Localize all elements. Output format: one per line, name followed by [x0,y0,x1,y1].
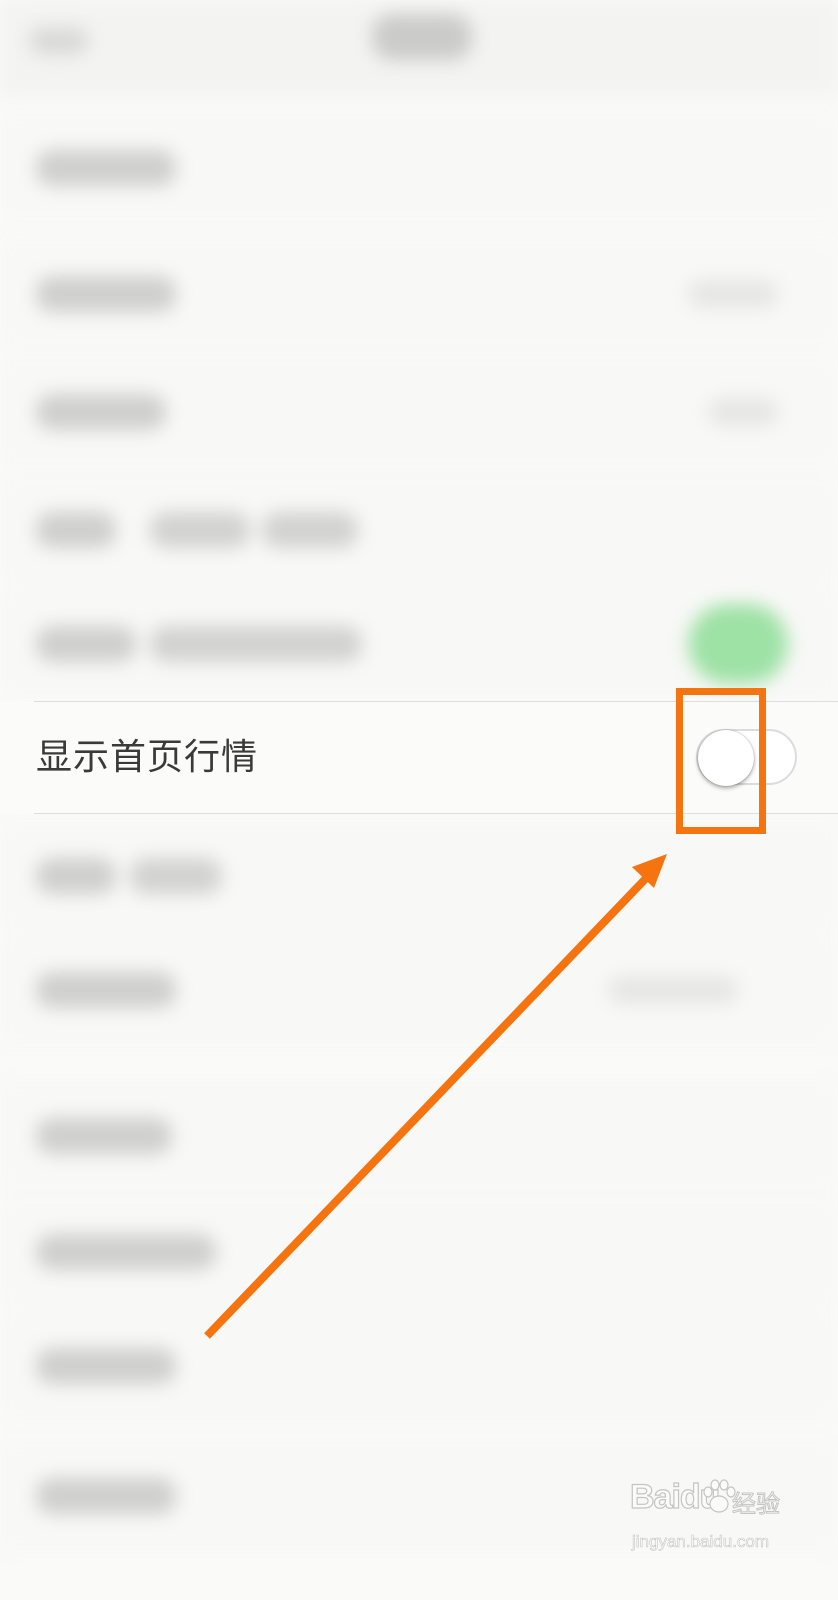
watermark-brand-cn: 经验 [732,1490,781,1519]
paw-icon [703,1479,736,1513]
watermark-url: jingyan.baidu.com [632,1532,770,1552]
settings-screen: 显示首页行情 Baidu 经验 jingyan.baidu.com [0,0,838,1600]
pointer-arrow [204,854,667,1339]
arrow-shaft [204,869,655,1339]
baidu-watermark: Baidu 经验 jingyan.baidu.com [629,1477,790,1568]
